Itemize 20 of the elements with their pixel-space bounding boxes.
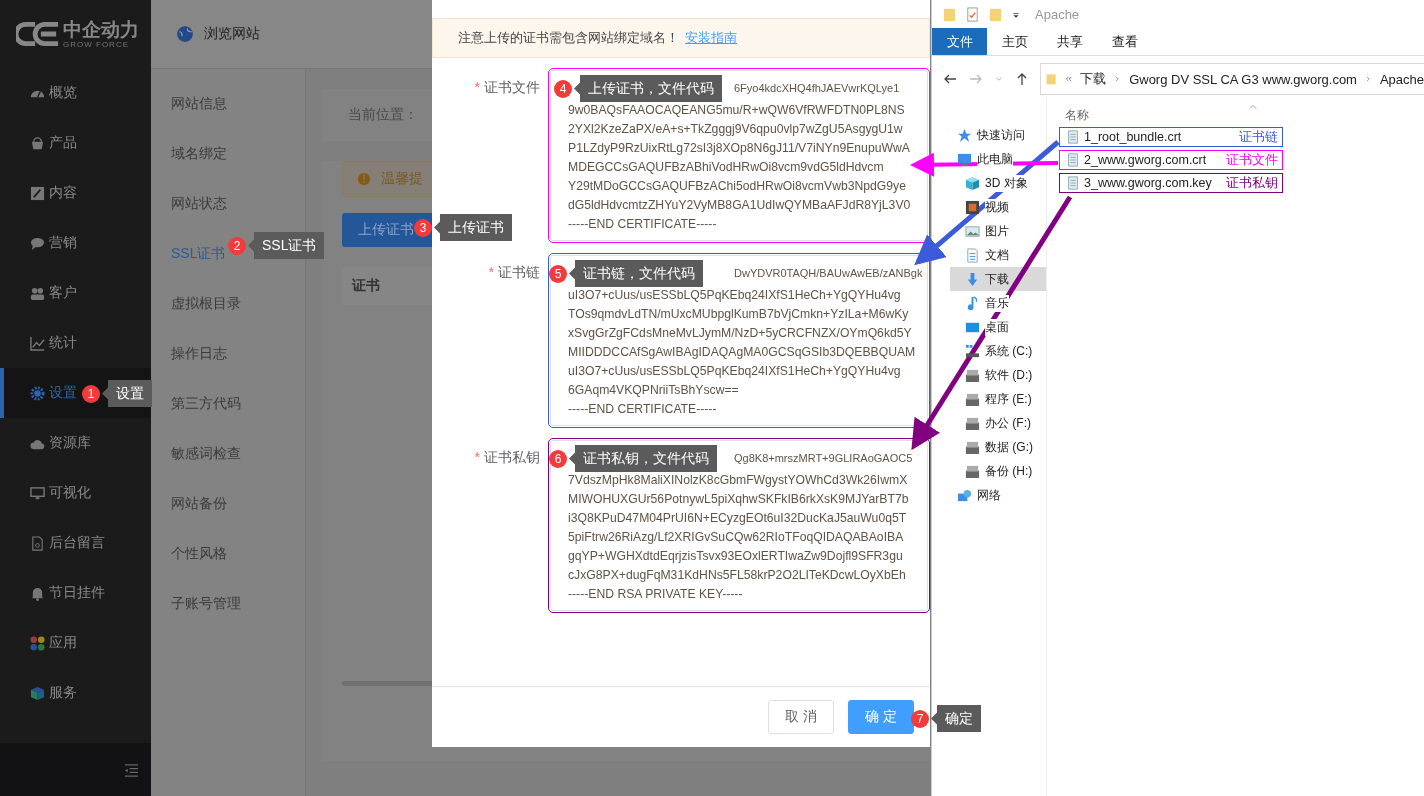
- step-tooltip: 上传证书，文件代码: [574, 75, 722, 102]
- field-label: * 证书链: [487, 263, 541, 282]
- field-label: * 证书私钥: [473, 448, 541, 467]
- step-tooltip: SSL证书: [248, 232, 325, 259]
- step-tooltip: 上传证书: [434, 214, 512, 241]
- file-name: 3_www.gworg.com.key: [1084, 176, 1212, 190]
- tip-text: 温馨提: [381, 170, 423, 188]
- logo-name: 中企动力: [63, 19, 139, 40]
- window-title: Apache: [1035, 6, 1080, 22]
- file-tag: 证书链: [1239, 128, 1282, 146]
- notice-text: 注意上传的证书需包含网站绑定域名！: [458, 29, 679, 47]
- file-tag: 证书文件: [1226, 151, 1282, 169]
- file-name: 2_www.gworg.com.crt: [1084, 153, 1207, 167]
- logo-tagline: GROW FORCE: [63, 39, 130, 49]
- step-tooltip: 证书链，文件代码: [569, 260, 703, 287]
- step-tooltip: 设置: [102, 380, 152, 407]
- step-tooltip: 证书私钥，文件代码: [569, 445, 717, 472]
- step-tooltip: 确定: [931, 705, 981, 732]
- file-name: 1_root_bundle.crt: [1084, 130, 1182, 144]
- file-tag: 证书私钥: [1226, 174, 1282, 192]
